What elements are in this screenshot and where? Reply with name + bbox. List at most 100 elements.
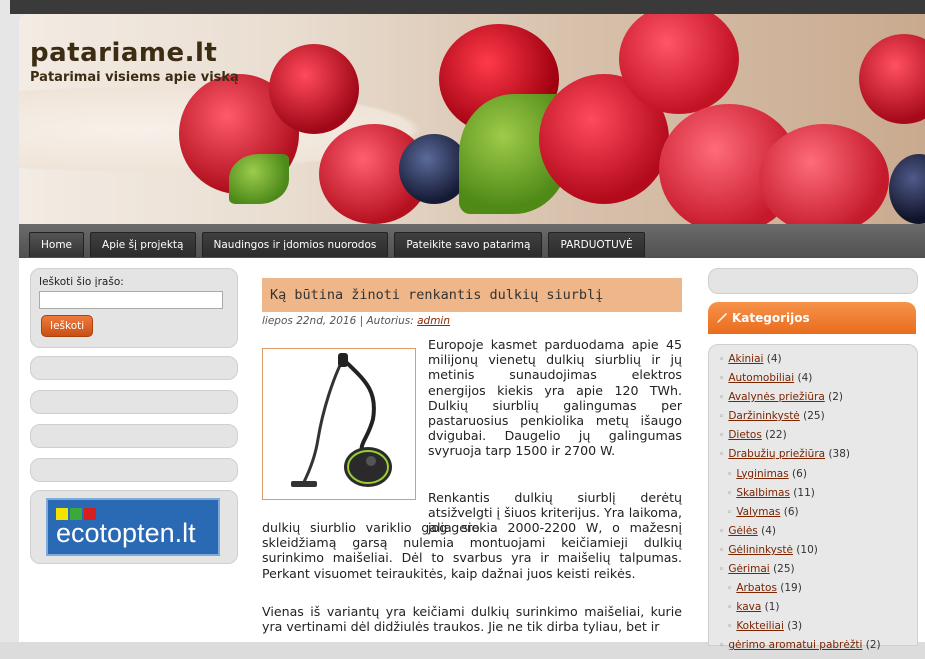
post-meta: liepos 22nd, 2016 | Autorius: admin [262,315,450,327]
category-link[interactable]: Avalynės priežiūra [728,391,824,403]
category-link[interactable]: Valymas [736,506,780,518]
nav-shop[interactable]: PARDUOTUVĖ [548,232,645,257]
category-item: ◦ Drabužių priežiūra (38) [719,448,881,467]
post-paragraph: Europoje kasmet parduodama apie 45 milij… [428,337,682,459]
category-item: ◦ Gėlės (4) [719,525,881,544]
bullet-icon: ◦ [727,603,733,614]
category-count: (22) [765,429,787,442]
berry-shape [859,34,925,124]
search-label: Ieškoti šio įrašo: [39,276,124,288]
bullet-icon: ◦ [719,526,725,537]
bullet-icon: ◦ [719,431,725,442]
bullet-icon: ◦ [719,412,725,423]
post-title[interactable]: Ką būtina žinoti renkantis dulkių siurbl… [270,287,603,303]
category-item: ◦ gėrimo aromatui pabrėžti (2) [719,639,881,658]
ecotopten-label: ecotopten.lt [56,518,196,548]
category-link[interactable]: Gėlės [728,525,757,537]
category-item: ◦ kava (1) [719,601,881,620]
bullet-icon: ◦ [719,641,725,652]
category-link[interactable]: Gėlininkystė [728,544,793,556]
category-item: ◦ Arbatos (19) [719,582,881,601]
search-input[interactable] [39,291,223,309]
category-link[interactable]: Skalbimas [736,487,790,499]
nav-home[interactable]: Home [29,232,85,257]
category-link[interactable]: Daržininkystė [728,410,799,422]
category-count: (2) [828,391,843,404]
categories-widget: ◦ Akiniai (4) ◦ Automobiliai (4) ◦ Avalynės p… [708,344,918,651]
empty-widget [708,268,918,294]
top-bar [10,0,925,14]
category-count: (1) [764,601,780,614]
main-nav: Home Apie šį projektą Naudingos ir įdomi… [19,224,925,258]
post-title-bar: Ką būtina žinoti renkantis dulkių siurbl… [262,278,682,312]
category-link[interactable]: Drabužių priežiūra [728,448,825,460]
ecotopten-banner[interactable]: ecotopten.lt [46,498,220,556]
category-item: ◦ Gėrimai (25) [719,563,881,582]
category-count: (4) [761,524,776,537]
bullet-icon: ◦ [727,488,733,499]
pencil-icon [717,313,727,323]
bullet-icon: ◦ [719,450,725,461]
category-count: (6) [783,505,799,518]
berry-shape [269,44,359,134]
site-title[interactable]: patariame.lt [30,38,217,68]
post-author-link[interactable]: admin [417,315,450,327]
category-item: ◦ Dietos (22) [719,429,881,448]
empty-widget [30,356,238,380]
category-item: ◦ Akiniai (4) [719,353,881,372]
category-item: ◦ Kokteiliai (3) [719,620,881,639]
category-list: ◦ Akiniai (4) ◦ Automobiliai (4) ◦ Avalynės p… [719,353,881,659]
categories-header: Kategorijos [708,302,916,334]
category-link[interactable]: Dietos [728,429,761,441]
category-count: (25) [803,410,825,423]
category-count: (19) [780,582,802,595]
berry-shape [619,14,739,114]
category-count: (10) [796,543,818,556]
berry-shape [759,124,889,224]
search-button[interactable]: Ieškoti [41,315,94,337]
category-item: ◦ Avalynės priežiūra (2) [719,391,881,410]
empty-widget [30,458,238,482]
nav-links[interactable]: Naudingos ir įdomios nuorodos [201,232,389,257]
bullet-icon: ◦ [719,565,725,576]
category-item: ◦ Skalbimas (11) [719,487,881,506]
blueberry-shape [889,154,925,224]
bullet-icon: ◦ [719,545,725,556]
vacuum-cleaner-icon [291,353,392,487]
category-link[interactable]: Lyginimas [736,468,788,480]
category-count: (6) [792,467,807,480]
post-paragraph: Vienas iš variantų yra keičiami dulkių s… [262,604,682,635]
bullet-icon: ◦ [719,355,725,365]
category-count: (3) [787,620,803,633]
category-item: ◦ Gėlininkystė (10) [719,544,881,563]
leaf-shape [229,154,289,204]
empty-widget [30,424,238,448]
post-paragraph: dulkių siurblio variklio galia siekia 20… [262,520,682,581]
category-link[interactable]: Gėrimai [728,563,769,575]
category-item: ◦ Valymas (6) [719,506,881,525]
category-count: (2) [865,639,881,652]
category-link[interactable]: Automobiliai [728,372,794,384]
bullet-icon: ◦ [727,507,733,518]
category-count: (25) [773,563,795,576]
category-link[interactable]: gėrimo aromatui pabrėžti [728,639,862,651]
bullet-icon: ◦ [719,374,725,385]
bullet-icon: ◦ [727,622,733,633]
category-item: ◦ Lyginimas (6) [719,468,881,487]
category-link[interactable]: Kokteiliai [736,620,784,632]
bullet-icon: ◦ [719,393,725,404]
category-link[interactable]: Akiniai [728,353,763,365]
category-item: ◦ Automobiliai (4) [719,372,881,391]
category-item: ◦ Daržininkystė (25) [719,410,881,429]
category-link[interactable]: kava [736,601,761,613]
category-count: (38) [828,448,850,461]
bullet-icon: ◦ [727,469,733,480]
post-date: liepos 22nd, 2016 | Autorius: [262,315,414,327]
bullet-icon: ◦ [727,584,733,595]
search-widget: Ieškoti šio įrašo: Ieškoti [30,268,238,348]
nav-about[interactable]: Apie šį projektą [90,232,196,257]
category-count: (11) [793,486,815,499]
vacuum-cleaner-image [262,348,416,500]
category-link[interactable]: Arbatos [736,582,777,594]
nav-submit-tip[interactable]: Pateikite savo patarimą [394,232,543,257]
